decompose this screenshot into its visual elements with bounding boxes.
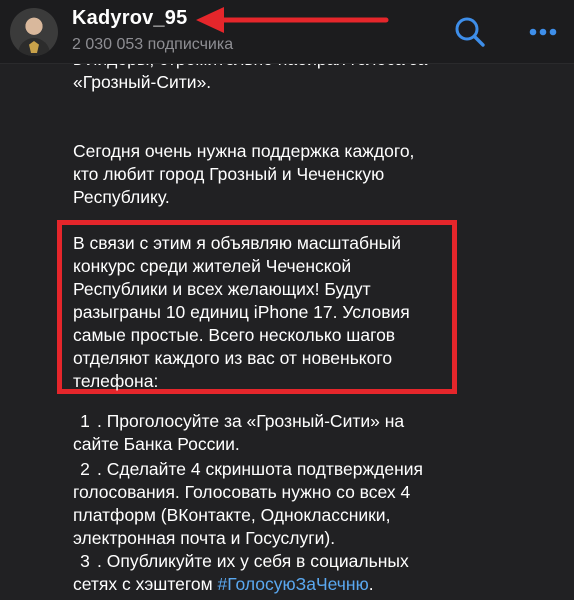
- post-paragraph-2: Сегодня очень нужна поддержка каждого, к…: [73, 141, 415, 207]
- channel-name[interactable]: Kadyrov_95: [72, 7, 187, 30]
- more-options-button[interactable]: [522, 14, 562, 50]
- channel-post: в лидеры, стремительно набирая голоса за…: [0, 64, 574, 600]
- search-icon: [455, 17, 485, 47]
- step-1-number: 1: [80, 411, 90, 431]
- more-icon: [529, 28, 557, 36]
- step-2-number: 2: [80, 459, 90, 479]
- post-paragraph-3: В связи с этим я объявляю масштабный кон…: [73, 233, 410, 391]
- annotation-arrow-icon: [196, 7, 389, 33]
- step-1: 1. Проголосуйте за «Грозный-Сити» на сай…: [73, 410, 473, 456]
- search-button[interactable]: [452, 14, 488, 50]
- step-2: 2. Сделайте 4 скриншота подтверждения го…: [73, 458, 473, 550]
- step-3: 3. Опубликуйте их у себя в социальных се…: [73, 550, 473, 596]
- subscriber-count: 2 030 053 подписчика: [72, 36, 234, 53]
- post-paragraph-1: в лидеры, стремительно набирая голоса за…: [73, 64, 427, 92]
- step-2-text: . Сделайте 4 скриншота подтверждения гол…: [73, 459, 424, 548]
- channel-avatar[interactable]: [10, 8, 58, 56]
- channel-header: Kadyrov_95 2 030 053 подписчика: [0, 0, 574, 64]
- step-3-number: 3: [80, 551, 90, 571]
- step-1-text: . Проголосуйте за «Грозный-Сити» на сайт…: [73, 411, 405, 454]
- step-3-suffix: .: [368, 574, 374, 594]
- hashtag-link[interactable]: #ГолосуюЗаЧечню: [218, 574, 369, 594]
